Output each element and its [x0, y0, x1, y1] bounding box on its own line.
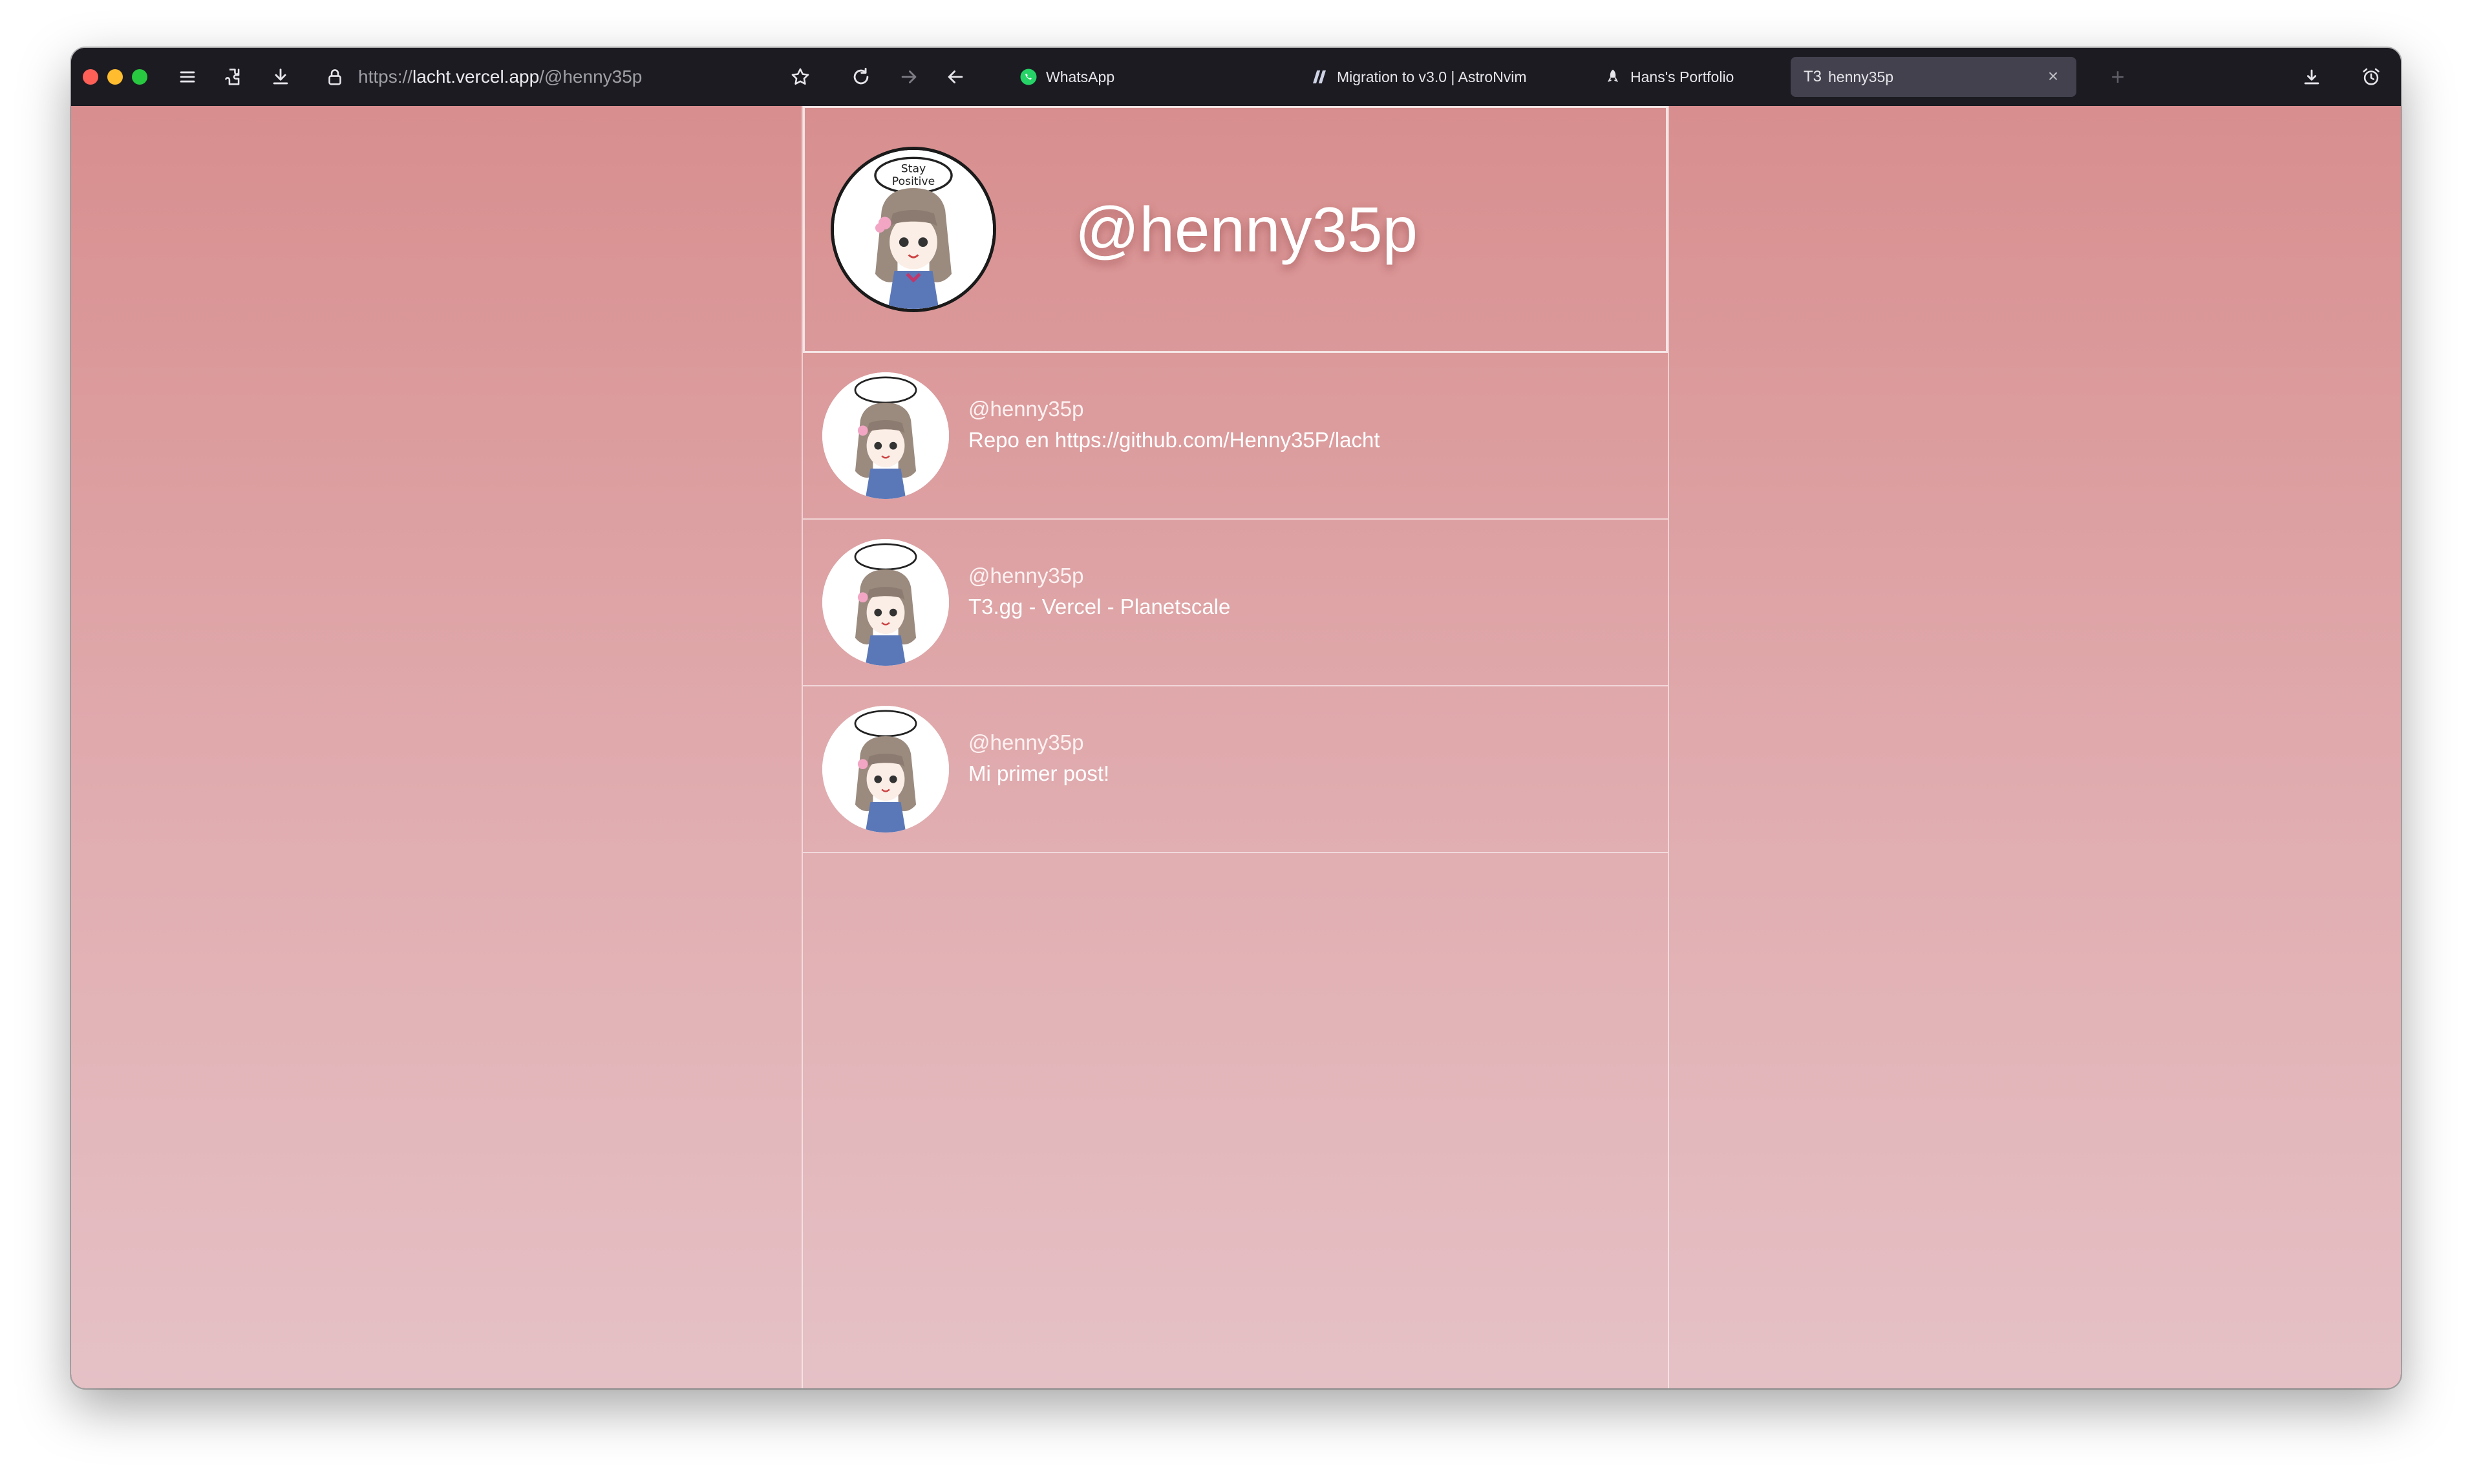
post-text: T3.gg - Vercel - Planetscale: [968, 595, 1231, 619]
post-text: Mi primer post!: [968, 761, 1110, 785]
tab-portfolio[interactable]: Hans's Portfolio: [1532, 57, 1734, 97]
post-item[interactable]: @henny35p Mi primer post!: [803, 686, 1668, 853]
extensions-icon[interactable]: [221, 64, 247, 90]
tab-close-icon[interactable]: ×: [2044, 67, 2062, 85]
post-text: Repo en https://github.com/Henny35P/lach…: [968, 428, 1380, 452]
new-tab-icon[interactable]: +: [2105, 63, 2131, 90]
tab-whatsapp[interactable]: WhatsApp: [948, 57, 1114, 97]
profile-avatar: Stay Positive: [831, 147, 996, 312]
address-bar[interactable]: https://lacht.vercel.app/@henny35p: [358, 63, 759, 90]
tab-label: Migration to v3.0 | AstroNvim: [1337, 68, 1527, 85]
forward-icon[interactable]: [896, 64, 922, 90]
browser-toolbar: https://lacht.vercel.app/@henny35p Whats…: [71, 48, 2401, 106]
post-avatar[interactable]: [822, 539, 949, 666]
svg-text:Positive: Positive: [892, 175, 935, 188]
post-item[interactable]: @henny35p Repo en https://github.com/Hen…: [803, 353, 1668, 520]
profile-handle: @henny35p: [1075, 194, 1418, 265]
tab-label: henny35p: [1828, 68, 1894, 85]
alarm-icon[interactable]: [2358, 64, 2384, 90]
menu-icon[interactable]: [175, 64, 200, 90]
avatar-illustration: [822, 706, 949, 832]
post-author[interactable]: @henny35p: [968, 397, 1083, 421]
post-avatar[interactable]: [822, 372, 949, 499]
feed-column: Stay Positive @henny35p @henny35p Repo e…: [802, 106, 1669, 1388]
rocket-icon: [1603, 67, 1623, 87]
downloads-tray-icon[interactable]: [2299, 64, 2325, 90]
window-close-button[interactable]: [83, 69, 98, 85]
download-icon[interactable]: [268, 64, 293, 90]
avatar-illustration: [822, 539, 949, 666]
profile-header: Stay Positive @henny35p: [803, 106, 1668, 353]
post-item[interactable]: @henny35p T3.gg - Vercel - Planetscale: [803, 520, 1668, 686]
tab-label: WhatsApp: [1046, 68, 1115, 85]
post-avatar[interactable]: [822, 706, 949, 832]
tab-henny35p[interactable]: T3 henny35p ×: [1791, 57, 2076, 97]
post-author[interactable]: @henny35p: [968, 730, 1083, 755]
window-maximize-button[interactable]: [132, 69, 147, 85]
t3-icon: T3: [1804, 68, 1822, 85]
svg-text:Stay: Stay: [901, 162, 926, 175]
url-path: /@henny35p: [539, 67, 643, 87]
url-scheme: https://: [358, 67, 413, 87]
avatar-illustration: Stay Positive: [834, 150, 993, 309]
window-minimize-button[interactable]: [107, 69, 123, 85]
tab-astronvim[interactable]: Migration to v3.0 | AstroNvim: [1240, 57, 1527, 97]
lock-icon: [322, 64, 348, 90]
page-content: Stay Positive @henny35p @henny35p Repo e…: [71, 106, 2401, 1388]
bookmark-star-icon[interactable]: [787, 64, 813, 90]
browser-window: https://lacht.vercel.app/@henny35p Whats…: [71, 48, 2401, 1388]
url-host: lacht.vercel.app: [412, 67, 540, 87]
reload-icon[interactable]: [848, 64, 874, 90]
whatsapp-icon: [1019, 67, 1038, 87]
avatar-illustration: [822, 372, 949, 499]
post-author[interactable]: @henny35p: [968, 564, 1083, 588]
tab-label: Hans's Portfolio: [1630, 68, 1734, 85]
astronvim-icon: [1310, 67, 1329, 87]
